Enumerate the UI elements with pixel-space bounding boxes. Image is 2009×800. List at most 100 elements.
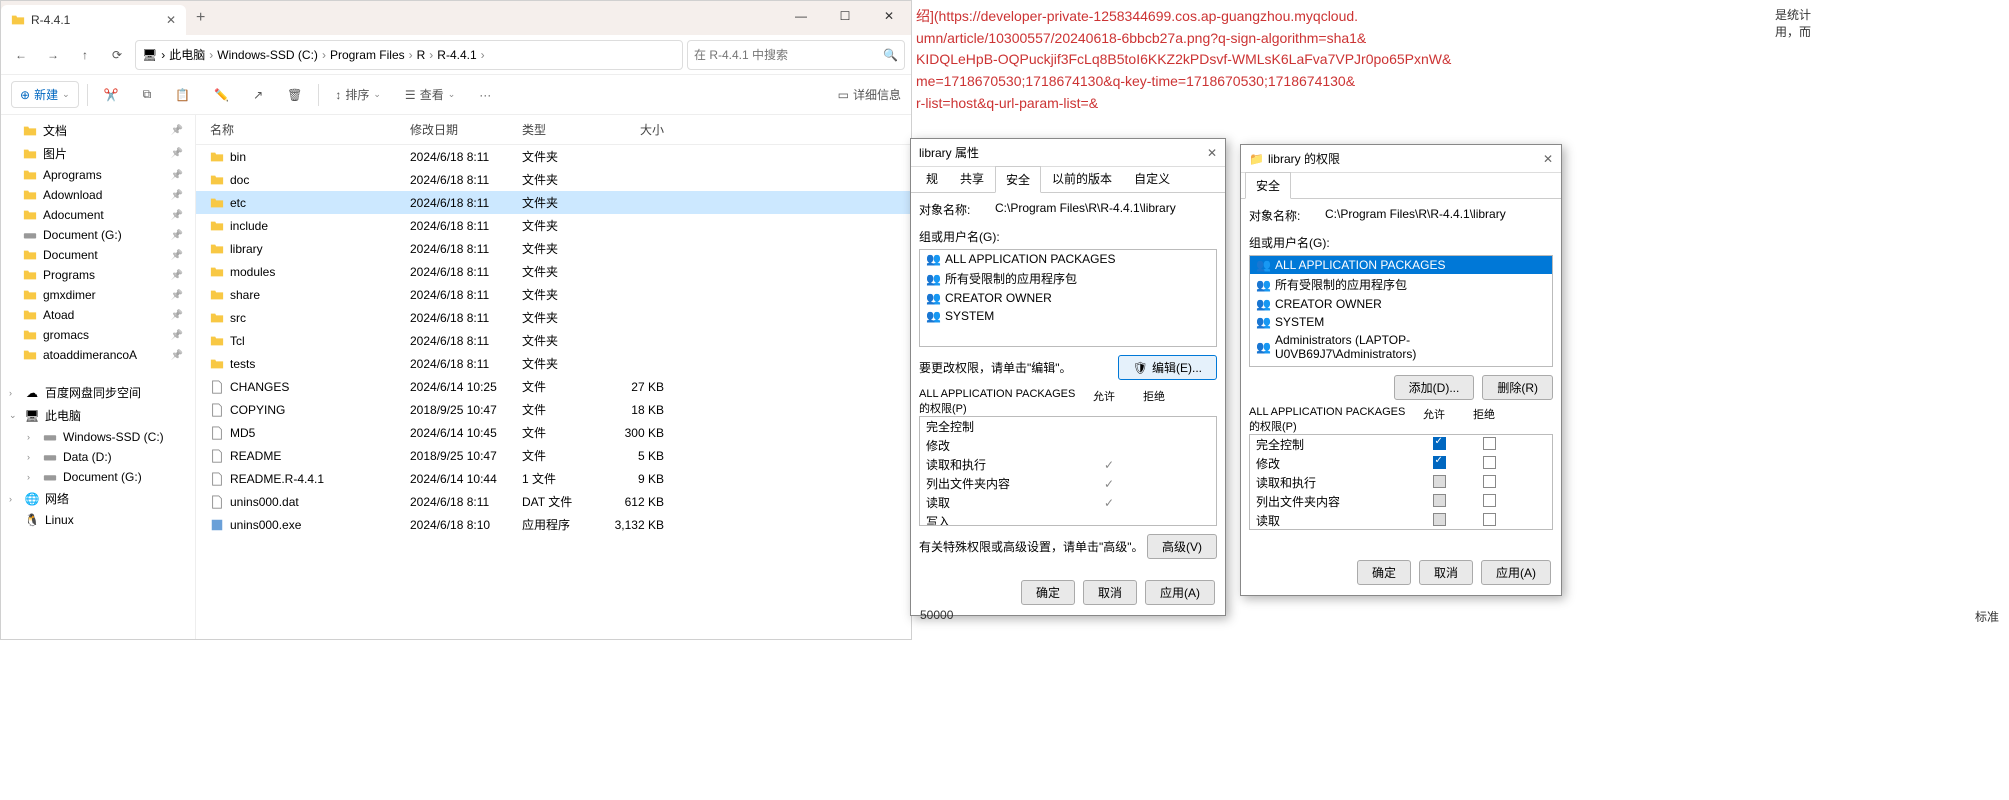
share-button[interactable]: ↗ [245, 84, 271, 106]
file-row[interactable]: library2024/6/18 8:11文件夹 [196, 237, 911, 260]
deny-checkbox[interactable] [1483, 475, 1496, 488]
sidebar-item[interactable]: Aprograms [1, 165, 195, 185]
column-header[interactable]: 名称 修改日期 类型 大小 [196, 115, 911, 145]
deny-checkbox[interactable] [1483, 437, 1496, 450]
allow-checkbox[interactable] [1433, 513, 1446, 526]
rename-button[interactable]: ✏️ [206, 84, 237, 106]
details-button[interactable]: ▭ 详细信息 [838, 86, 901, 103]
group-item[interactable]: 👥CREATOR OWNER [920, 289, 1216, 307]
more-button[interactable]: ··· [471, 84, 499, 106]
sidebar-item[interactable]: 图片 [1, 142, 195, 165]
search-input[interactable] [694, 48, 877, 62]
tab-share[interactable]: 共享 [949, 165, 995, 192]
ok-button[interactable]: 确定 [1021, 580, 1075, 605]
sidebar-tree-item[interactable]: ⌄🖥此电脑 [1, 404, 195, 427]
file-row[interactable]: COPYING2018/9/25 10:47文件18 KB [196, 398, 911, 421]
file-row[interactable]: share2024/6/18 8:11文件夹 [196, 283, 911, 306]
new-tab-button[interactable]: + [186, 9, 215, 27]
group-item[interactable]: 👥所有受限制的应用程序包 [920, 268, 1216, 289]
group-item[interactable]: 👥Administrators (LAPTOP-U0VB69J7\Adminis… [1250, 331, 1552, 363]
tab-general[interactable]: 规 [915, 165, 949, 192]
file-row[interactable]: README.R-4.4.12024/6/14 10:441 文件9 KB [196, 467, 911, 490]
back-button[interactable]: ← [7, 41, 35, 69]
delete-button[interactable]: 🗑 [279, 84, 310, 106]
file-row[interactable]: Tcl2024/6/18 8:11文件夹 [196, 329, 911, 352]
ok-button[interactable]: 确定 [1357, 560, 1411, 585]
groups-listbox[interactable]: 👥ALL APPLICATION PACKAGES👥所有受限制的应用程序包👥CR… [919, 249, 1217, 347]
groups-listbox[interactable]: 👥ALL APPLICATION PACKAGES👥所有受限制的应用程序包👥CR… [1249, 255, 1553, 367]
file-row[interactable]: src2024/6/18 8:11文件夹 [196, 306, 911, 329]
breadcrumb[interactable]: 🖥› 此电脑› Windows-SSD (C:)› Program Files›… [135, 40, 683, 70]
sidebar-tree-item[interactable]: 🐧Linux [1, 510, 195, 530]
sidebar-item[interactable]: gmxdimer [1, 285, 195, 305]
file-row[interactable]: unins000.dat2024/6/18 8:11DAT 文件612 KB [196, 490, 911, 513]
sidebar-tree-item[interactable]: ›Data (D:) [1, 447, 195, 467]
group-item[interactable]: 👥所有受限制的应用程序包 [1250, 274, 1552, 295]
sidebar-tree-item[interactable]: ›☁百度网盘同步空间 [1, 381, 195, 404]
explorer-tab[interactable]: R-4.4.1 ✕ [1, 5, 186, 35]
chevron-icon[interactable]: ⌄ [9, 410, 19, 421]
chevron-icon[interactable]: › [27, 472, 37, 482]
allow-checkbox[interactable] [1433, 437, 1446, 450]
allow-checkbox[interactable] [1433, 456, 1446, 469]
file-row[interactable]: unins000.exe2024/6/18 8:10应用程序3,132 KB [196, 513, 911, 536]
sidebar-item[interactable]: Adocument [1, 205, 195, 225]
paste-button[interactable]: 📋 [167, 84, 198, 106]
group-item[interactable]: 👥SYSTEM [920, 307, 1216, 325]
advanced-button[interactable]: 高级(V) [1147, 534, 1217, 559]
close-window-button[interactable]: ✕ [867, 1, 911, 31]
apply-button[interactable]: 应用(A) [1481, 560, 1551, 585]
chevron-icon[interactable]: › [9, 388, 19, 398]
allow-checkbox[interactable] [1433, 475, 1446, 488]
sidebar-item[interactable]: Atoad [1, 305, 195, 325]
sort-button[interactable]: ↕ 排序 ⌄ [327, 82, 389, 107]
chevron-icon[interactable]: › [27, 452, 37, 462]
close-tab-icon[interactable]: ✕ [166, 13, 176, 27]
new-button[interactable]: ⊕ 新建 ⌄ [11, 81, 79, 108]
dialog-titlebar[interactable]: library 属性 ✕ [911, 139, 1225, 167]
sidebar-item[interactable]: 文档 [1, 119, 195, 142]
close-icon[interactable]: ✕ [1207, 146, 1217, 160]
allow-checkbox[interactable] [1433, 494, 1446, 507]
copy-button[interactable]: ⧉ [135, 83, 160, 106]
sidebar-item[interactable]: Document [1, 245, 195, 265]
view-button[interactable]: ☰ 查看 ⌄ [397, 82, 463, 107]
cancel-button[interactable]: 取消 [1419, 560, 1473, 585]
cut-button[interactable]: ✂️ [96, 84, 127, 106]
search-box[interactable]: 🔍 [687, 40, 905, 70]
sidebar-item[interactable]: Adownload [1, 185, 195, 205]
group-item[interactable]: 👥ALL APPLICATION PACKAGES [920, 250, 1216, 268]
group-item[interactable]: 👥CREATOR OWNER [1250, 295, 1552, 313]
maximize-button[interactable]: ☐ [823, 1, 867, 31]
sidebar-tree-item[interactable]: ›🌐网络 [1, 487, 195, 510]
file-row[interactable]: include2024/6/18 8:11文件夹 [196, 214, 911, 237]
file-row[interactable]: CHANGES2024/6/14 10:25文件27 KB [196, 375, 911, 398]
deny-checkbox[interactable] [1483, 456, 1496, 469]
group-item[interactable]: 👥SYSTEM [1250, 313, 1552, 331]
add-button[interactable]: 添加(D)... [1394, 375, 1475, 400]
chevron-icon[interactable]: › [9, 494, 19, 504]
file-row[interactable]: MD52024/6/14 10:45文件300 KB [196, 421, 911, 444]
permissions-listbox[interactable]: 完全控制修改读取和执行列出文件夹内容读取 [1249, 434, 1553, 530]
file-row[interactable]: etc2024/6/18 8:11文件夹 [196, 191, 911, 214]
deny-checkbox[interactable] [1483, 494, 1496, 507]
group-item[interactable]: 👥ALL APPLICATION PACKAGES [1250, 256, 1552, 274]
group-item[interactable]: 👥Users (LAPTOP-U0VB69J7\Users) [1250, 363, 1552, 367]
tab-custom[interactable]: 自定义 [1123, 165, 1181, 192]
minimize-button[interactable]: — [779, 1, 823, 31]
tab-previous[interactable]: 以前的版本 [1041, 165, 1123, 192]
sidebar-item[interactable]: atoaddimerancoA [1, 345, 195, 365]
deny-checkbox[interactable] [1483, 513, 1496, 526]
cancel-button[interactable]: 取消 [1083, 580, 1137, 605]
dialog-titlebar[interactable]: 📁 library 的权限 ✕ [1241, 145, 1561, 173]
apply-button[interactable]: 应用(A) [1145, 580, 1215, 605]
sidebar-tree-item[interactable]: ›Windows-SSD (C:) [1, 427, 195, 447]
forward-button[interactable]: → [39, 41, 67, 69]
file-row[interactable]: README2018/9/25 10:47文件5 KB [196, 444, 911, 467]
tab-security[interactable]: 安全 [1245, 172, 1291, 199]
sidebar-item[interactable]: Document (G:) [1, 225, 195, 245]
file-row[interactable]: bin2024/6/18 8:11文件夹 [196, 145, 911, 168]
sidebar-tree-item[interactable]: ›Document (G:) [1, 467, 195, 487]
file-row[interactable]: doc2024/6/18 8:11文件夹 [196, 168, 911, 191]
refresh-button[interactable]: ⟳ [103, 41, 131, 69]
